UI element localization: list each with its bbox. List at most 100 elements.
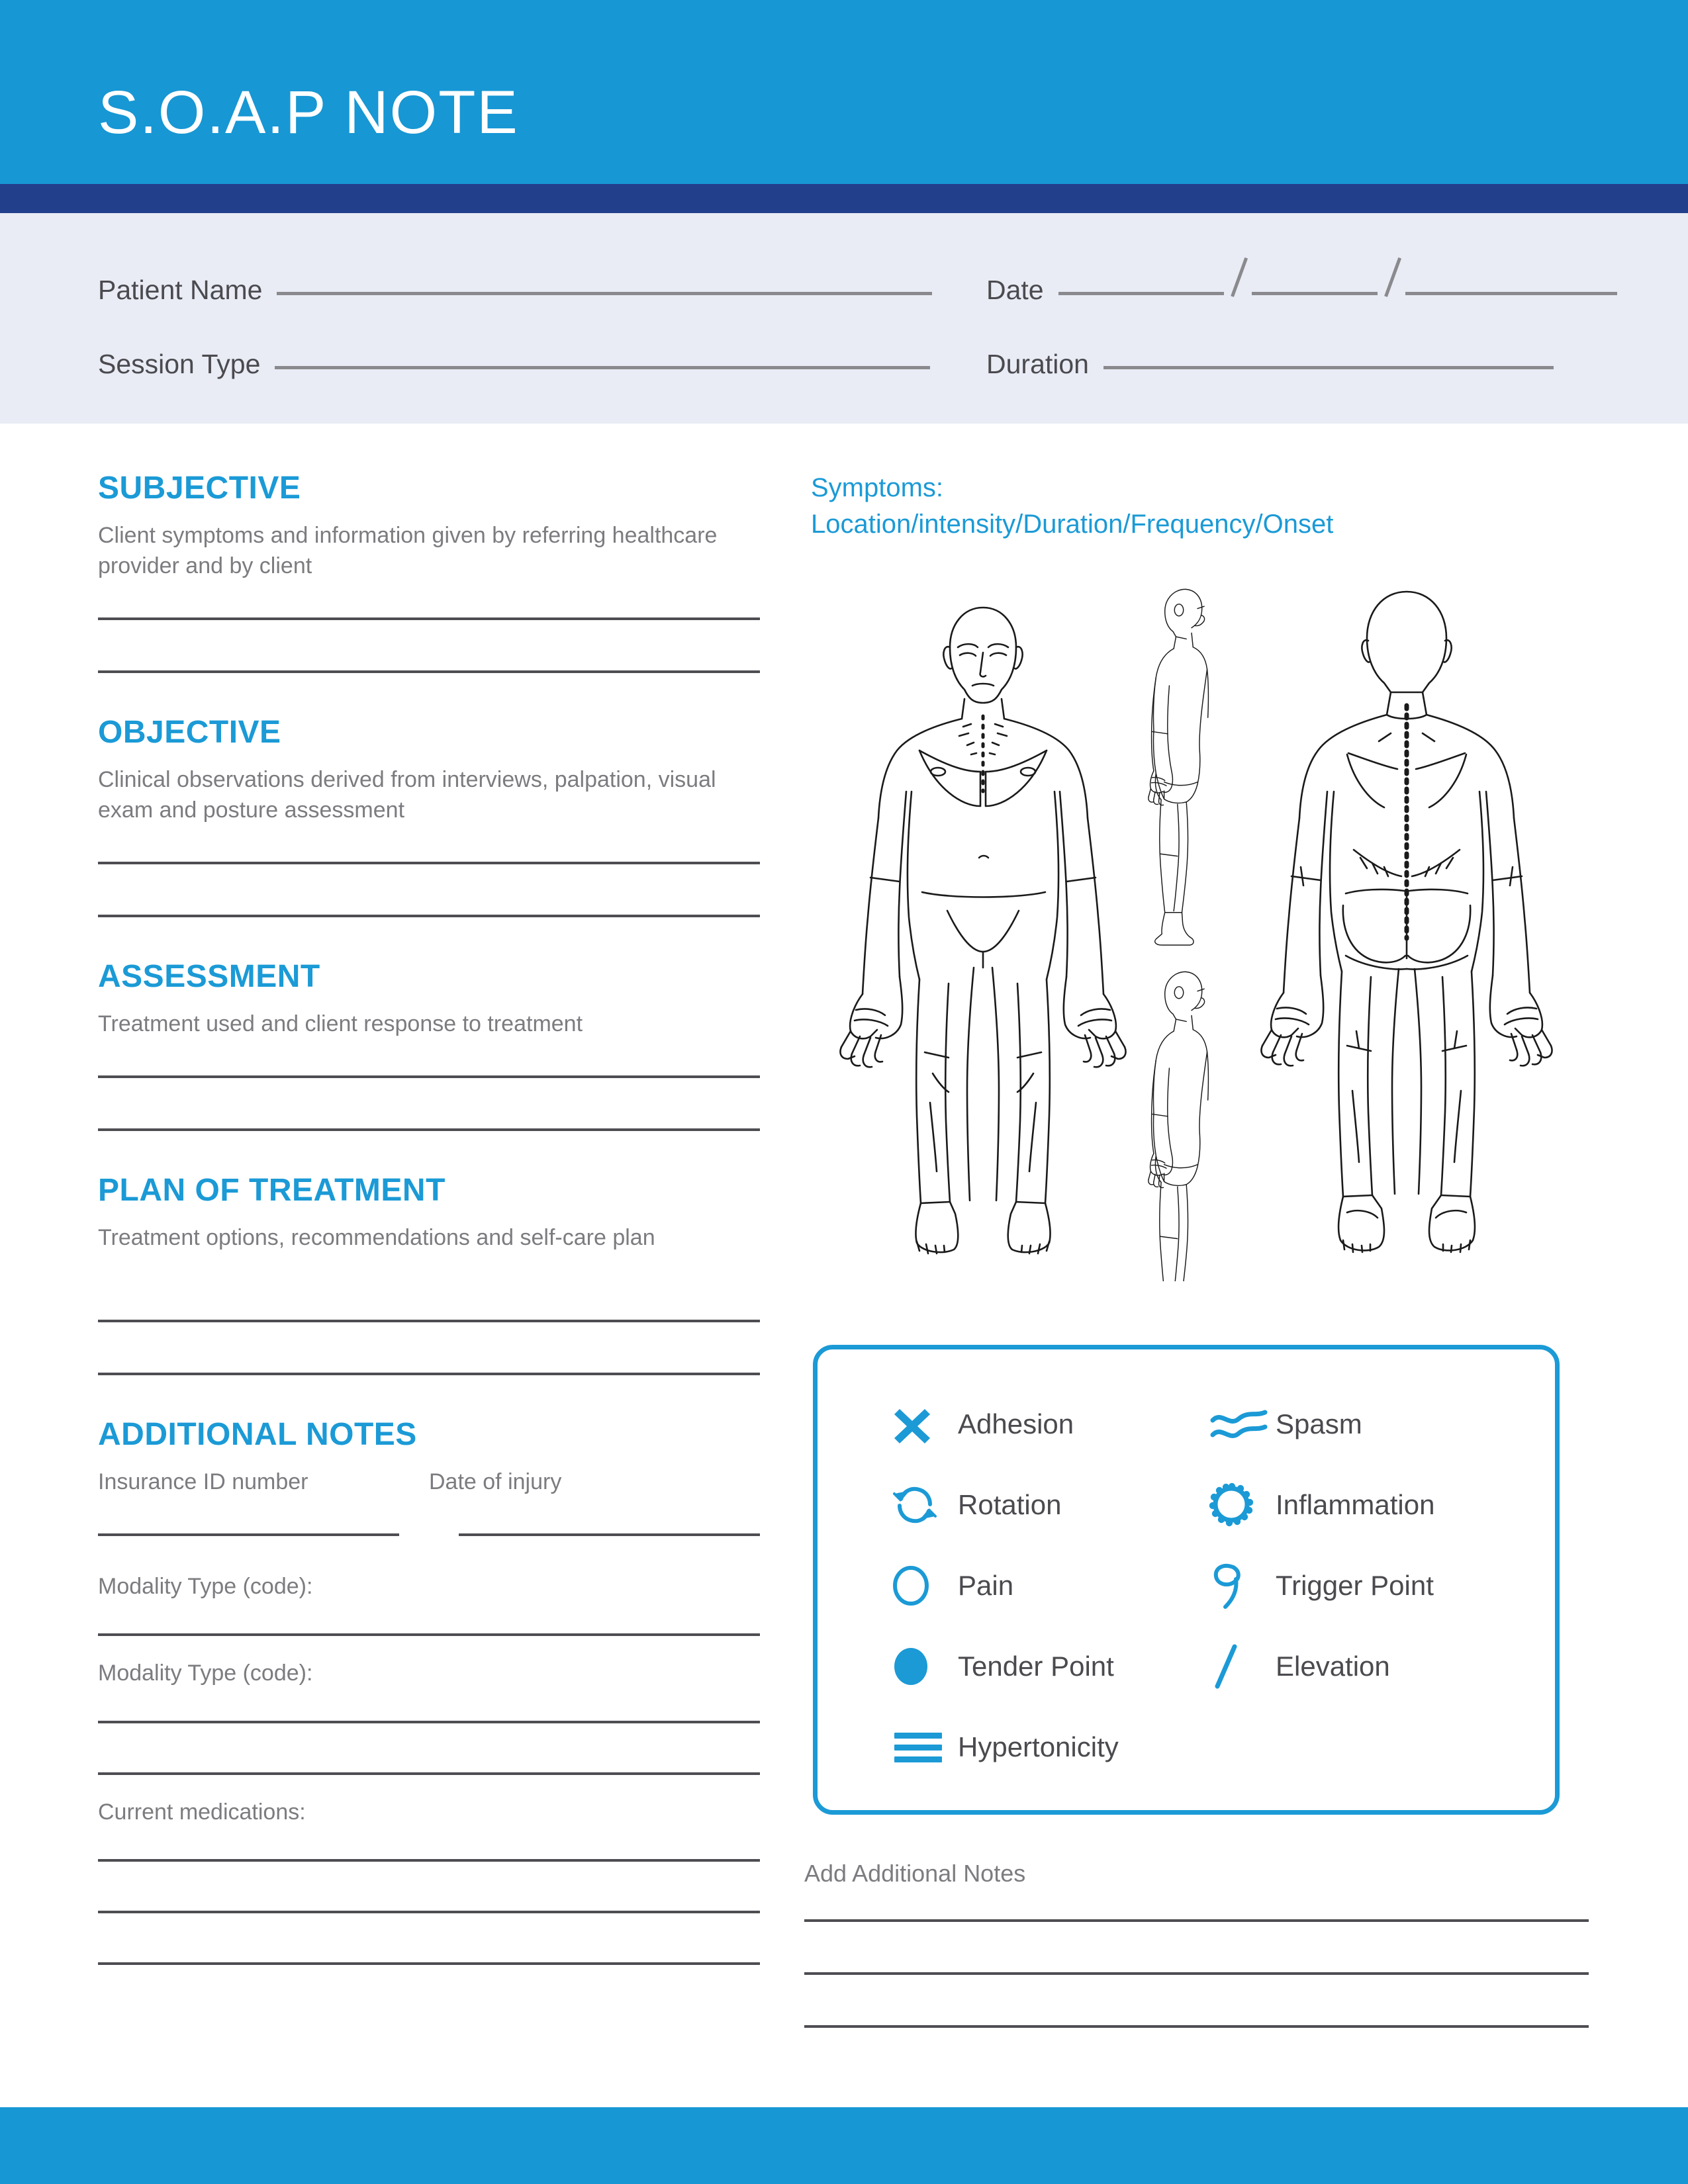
insurance-injury-lines	[98, 1533, 760, 1536]
section-title-plan-of-treatment: PLAN OF TREATMENT	[98, 1173, 445, 1208]
bottom-notes-line-2[interactable]	[804, 1972, 1589, 1975]
symbol-legend-box: Adhesion Spasm Rotation Inflammation Pai…	[813, 1345, 1560, 1815]
legend-label-adhesion: Adhesion	[958, 1408, 1074, 1439]
modality-type-2-label: Modality Type (code):	[98, 1661, 313, 1686]
section-additional-notes: ADDITIONAL NOTES Insurance ID number Dat…	[98, 1416, 760, 1966]
left-column: SUBJECTIVE Client symptoms and informati…	[98, 470, 760, 1966]
navy-accent-strip	[0, 184, 1688, 213]
legend-label-pain: Pain	[958, 1570, 1014, 1601]
open-circle-icon	[892, 1557, 958, 1614]
bottom-additional-notes: Add Additional Notes	[804, 1860, 1589, 2028]
modality-type-1-label: Modality Type (code):	[98, 1573, 313, 1599]
figure-posterior	[1260, 591, 1553, 1253]
current-medications-label: Current medications:	[98, 1799, 306, 1825]
subjective-write-line-1[interactable]	[98, 617, 760, 620]
date-year-input-line[interactable]	[1405, 292, 1617, 295]
x-cross-icon	[892, 1396, 958, 1453]
legend-item-rotation[interactable]: Rotation	[892, 1465, 1209, 1545]
patient-name-label: Patient Name	[98, 275, 263, 305]
legend-item-elevation[interactable]: Elevation	[1209, 1626, 1527, 1707]
objective-write-line-2[interactable]	[98, 915, 760, 917]
patient-name-input-line[interactable]	[277, 292, 933, 295]
body-diagram[interactable]	[811, 560, 1579, 1282]
current-medications-line-1[interactable]	[98, 1859, 760, 1862]
date-field[interactable]: Date	[986, 275, 1617, 306]
patient-info-band	[0, 213, 1688, 424]
date-day-input-line[interactable]	[1251, 292, 1378, 295]
wave-lines-icon	[1209, 1396, 1276, 1453]
symptoms-heading: Symptoms:	[811, 473, 944, 502]
current-medications-line-3[interactable]	[98, 1962, 760, 1966]
bottom-notes-line-3[interactable]	[804, 2025, 1589, 2028]
assessment-write-line-2[interactable]	[98, 1128, 760, 1131]
legend-grid: Adhesion Spasm Rotation Inflammation Pai…	[892, 1384, 1527, 1707]
legend-item-inflammation[interactable]: Inflammation	[1209, 1465, 1527, 1545]
legend-item-hypertonicity[interactable]: Hypertonicity	[892, 1707, 1119, 1788]
section-title-assessment: ASSESSMENT	[98, 959, 320, 994]
legend-item-adhesion[interactable]: Adhesion	[892, 1384, 1209, 1465]
add-additional-notes-label: Add Additional Notes	[804, 1860, 1026, 1887]
section-title-subjective: SUBJECTIVE	[98, 471, 301, 506]
body-diagram-svg[interactable]	[811, 560, 1579, 1282]
date-label: Date	[986, 275, 1044, 305]
legend-label-rotation: Rotation	[958, 1489, 1062, 1520]
diagonal-slash-icon	[1209, 1638, 1276, 1695]
legend-item-pain[interactable]: Pain	[892, 1545, 1209, 1626]
section-desc-objective: Clinical observations derived from inter…	[98, 767, 716, 823]
circular-arrows-icon	[892, 1477, 958, 1533]
soap-note-page: S.O.A.P NOTE Patient Name Date Session T…	[0, 0, 1688, 2184]
legend-label-hypertonicity: Hypertonicity	[958, 1731, 1119, 1762]
duration-input-line[interactable]	[1103, 366, 1554, 369]
section-title-objective: OBJECTIVE	[98, 715, 281, 750]
section-desc-subjective: Client symptoms and information given by…	[98, 523, 718, 578]
modality-type-2-input-line-2[interactable]	[98, 1772, 760, 1775]
session-type-label: Session Type	[98, 349, 261, 379]
date-of-injury-label: Date of injury	[429, 1469, 562, 1494]
hook-loop-icon	[1209, 1557, 1276, 1614]
symptoms-subheading: Location/intensity/Duration/Frequency/On…	[811, 510, 1334, 539]
date-month-input-line[interactable]	[1058, 292, 1224, 295]
section-subjective: SUBJECTIVE Client symptoms and informati…	[98, 470, 760, 673]
assessment-write-line-1[interactable]	[98, 1075, 760, 1078]
figure-anterior	[839, 607, 1127, 1255]
section-assessment: ASSESSMENT Treatment used and client res…	[98, 958, 760, 1131]
starburst-circle-icon	[1209, 1477, 1276, 1533]
insurance-injury-row: Insurance ID number Date of injury	[98, 1467, 760, 1498]
duration-field[interactable]: Duration	[986, 349, 1554, 380]
figure-lateral-upper	[1148, 589, 1209, 946]
current-medications-line-2[interactable]	[98, 1911, 760, 1914]
legend-item-tender-point[interactable]: Tender Point	[892, 1626, 1209, 1707]
plan-write-line-2[interactable]	[98, 1373, 760, 1375]
bottom-notes-line-1[interactable]	[804, 1919, 1589, 1922]
legend-label-spasm: Spasm	[1276, 1408, 1362, 1439]
objective-write-line-1[interactable]	[98, 862, 760, 864]
section-title-additional-notes: ADDITIONAL NOTES	[98, 1417, 417, 1452]
section-desc-plan-of-treatment: Treatment options, recommendations and s…	[98, 1225, 655, 1250]
legend-label-tender-point: Tender Point	[958, 1651, 1114, 1682]
symptoms-heading-block: Symptoms: Location/intensity/Duration/Fr…	[811, 470, 1592, 543]
modality-type-1-input-line[interactable]	[98, 1633, 760, 1637]
filled-circle-icon	[892, 1638, 958, 1695]
date-of-injury-input-line[interactable]	[459, 1533, 760, 1536]
legend-label-elevation: Elevation	[1276, 1651, 1390, 1682]
duration-label: Duration	[986, 349, 1089, 379]
section-objective: OBJECTIVE Clinical observations derived …	[98, 714, 760, 917]
page-title: S.O.A.P NOTE	[98, 79, 519, 146]
legend-item-trigger-point[interactable]: Trigger Point	[1209, 1545, 1527, 1626]
footer-banner	[0, 2107, 1688, 2184]
legend-item-spasm[interactable]: Spasm	[1209, 1384, 1527, 1465]
session-type-field[interactable]: Session Type	[98, 349, 931, 380]
section-plan-of-treatment: PLAN OF TREATMENT Treatment options, rec…	[98, 1172, 760, 1375]
insurance-id-input-line[interactable]	[98, 1533, 399, 1536]
modality-type-2-input-line[interactable]	[98, 1720, 760, 1723]
patient-name-field[interactable]: Patient Name	[98, 275, 933, 306]
legend-label-inflammation: Inflammation	[1276, 1489, 1435, 1520]
plan-write-line-1[interactable]	[98, 1320, 760, 1322]
triple-bar-icon	[892, 1719, 958, 1776]
figure-lateral-lower	[1148, 972, 1209, 1282]
session-type-input-line[interactable]	[275, 366, 931, 369]
legend-label-trigger-point: Trigger Point	[1276, 1570, 1434, 1601]
right-column: Symptoms: Location/intensity/Duration/Fr…	[811, 470, 1592, 1282]
subjective-write-line-2[interactable]	[98, 670, 760, 673]
insurance-id-label: Insurance ID number	[98, 1469, 308, 1494]
